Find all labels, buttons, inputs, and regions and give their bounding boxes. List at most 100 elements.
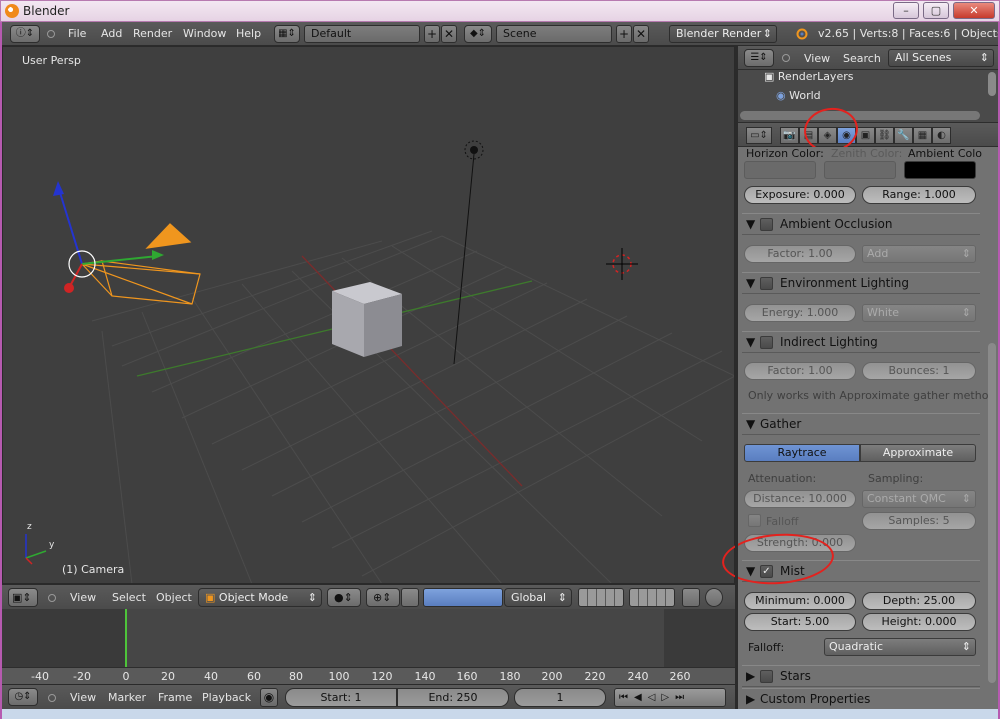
mist-height-field[interactable]: Height: 0.000 — [862, 613, 976, 631]
transform-manipulator-buttons[interactable] — [423, 588, 503, 607]
ambient-occlusion-panel-header[interactable]: ▼ Ambient Occlusion — [742, 213, 980, 235]
properties-vertical-scrollbar[interactable] — [988, 343, 996, 683]
mist-checkbox[interactable]: ✓ — [760, 565, 773, 578]
timeline-ruler[interactable]: -40 -20 0 20 40 60 80 100 120 140 160 18… — [2, 667, 735, 684]
menu-playback[interactable]: Playback — [202, 691, 251, 704]
gather-distance-field[interactable]: Distance: 10.000 — [744, 490, 856, 508]
sampling-method-dropdown[interactable]: Constant QMC ⇕ — [862, 490, 976, 508]
add-scene-icon[interactable]: + — [616, 25, 632, 43]
stars-checkbox[interactable] — [760, 670, 773, 683]
exposure-field[interactable]: Exposure: 0.000 — [744, 186, 856, 204]
menu-help[interactable]: Help — [236, 27, 261, 40]
preview-range-icon[interactable]: ◉ — [260, 688, 278, 707]
mist-depth-field[interactable]: Depth: 25.00 — [862, 592, 976, 610]
menu-view[interactable]: View — [70, 691, 96, 704]
render-engine-dropdown[interactable]: Blender Render ⇕ — [669, 25, 777, 43]
pivot-point-selector[interactable]: ⊕⇕ — [366, 588, 400, 607]
screen-layout-field[interactable]: Default — [304, 25, 420, 43]
end-frame-field[interactable]: End: 250 — [397, 688, 509, 707]
scene-icon[interactable]: ◆⇕ — [464, 25, 492, 43]
menu-view[interactable]: View — [70, 591, 96, 604]
outliner-filter-dropdown[interactable]: All Scenes ⇕ — [888, 49, 994, 67]
close-button[interactable]: ✕ — [953, 2, 995, 19]
env-energy-field[interactable]: Energy: 1.000 — [744, 304, 856, 322]
indirect-lighting-checkbox[interactable] — [760, 336, 773, 349]
render-layers-context-icon[interactable]: ▤ — [799, 127, 818, 144]
mist-falloff-dropdown[interactable]: Quadratic ⇕ — [824, 638, 976, 656]
playback-controls[interactable]: ⏮◀◁▷⏭ — [614, 688, 726, 707]
menu-select[interactable]: Select — [112, 591, 146, 604]
outliner-editor-type-selector[interactable]: ☰⇕ — [744, 49, 774, 67]
current-frame-field[interactable]: 1 — [514, 688, 606, 707]
horizon-color-swatch[interactable] — [744, 161, 816, 179]
gather-approximate-tab[interactable]: Approximate — [860, 444, 976, 462]
properties-editor-type-selector[interactable]: ▭⇕ — [746, 127, 772, 144]
object-mode-dropdown[interactable]: ▣ Object Mode ⇕ — [198, 588, 322, 607]
gather-samples-field[interactable]: Samples: 5 — [862, 512, 976, 530]
ambient-color-swatch[interactable] — [904, 161, 976, 179]
indirect-lighting-panel-header[interactable]: ▼ Indirect Lighting — [742, 331, 980, 353]
outliner-item-renderlayers[interactable]: ▣ RenderLayers — [764, 70, 853, 83]
object-context-icon[interactable]: ▣ — [856, 127, 875, 144]
menu-add[interactable]: Add — [101, 27, 122, 40]
mist-panel-header[interactable]: ▼ ✓ Mist — [742, 560, 980, 582]
texture-context-icon[interactable]: ▦ — [913, 127, 932, 144]
menu-file[interactable]: File — [68, 27, 86, 40]
menu-render[interactable]: Render — [133, 27, 172, 40]
transform-manipulator[interactable] — [53, 181, 164, 293]
ambient-occlusion-checkbox[interactable] — [760, 218, 773, 231]
collapse-menu-icon[interactable] — [47, 30, 55, 38]
collapse-menu-icon[interactable] — [782, 54, 790, 62]
scene-context-icon[interactable]: ◈ — [818, 127, 837, 144]
menu-marker[interactable]: Marker — [108, 691, 146, 704]
viewport-scene[interactable] — [2, 46, 735, 584]
remove-scene-icon[interactable]: ✕ — [633, 25, 649, 43]
environment-lighting-checkbox[interactable] — [760, 277, 773, 290]
world-context-icon[interactable]: ◉ — [837, 127, 856, 144]
menu-frame[interactable]: Frame — [158, 691, 192, 704]
gather-raytrace-tab[interactable]: Raytrace — [744, 444, 860, 462]
outliner-item-world[interactable]: ◉ World — [776, 89, 821, 102]
zenith-color-swatch[interactable] — [824, 161, 896, 179]
gather-strength-field[interactable]: Strength: 0.000 — [744, 534, 856, 552]
info-editor-type-selector[interactable]: ⓘ⇕ — [10, 25, 40, 43]
3d-cursor-icon[interactable] — [606, 248, 638, 280]
range-field[interactable]: Range: 1.000 — [862, 186, 976, 204]
mist-start-field[interactable]: Start: 5.00 — [744, 613, 856, 631]
properties-panel[interactable]: Horizon Color: Zenith Color: Ambient Col… — [738, 147, 998, 709]
menu-search[interactable]: Search — [843, 52, 881, 65]
timeline-editor-type-selector[interactable]: ◷⇕ — [8, 688, 38, 706]
collapse-menu-icon[interactable] — [48, 594, 56, 602]
transform-orientation-dropdown[interactable]: Global ⇕ — [504, 588, 572, 607]
render-context-icon[interactable]: 📷 — [780, 127, 799, 144]
layer-lock-icon[interactable] — [682, 588, 700, 607]
area-divider[interactable] — [735, 46, 738, 709]
proportional-edit-icon[interactable] — [705, 588, 723, 607]
falloff-checkbox[interactable] — [748, 514, 761, 527]
3d-viewport[interactable]: User Persp z y (1) Camera — [2, 46, 735, 584]
modifiers-context-icon[interactable]: 🔧 — [894, 127, 913, 144]
start-frame-field[interactable]: Start: 1 — [285, 688, 397, 707]
manipulator-toggle-icon[interactable] — [401, 588, 419, 607]
scene-field[interactable]: Scene — [496, 25, 612, 43]
ao-blend-dropdown[interactable]: Add ⇕ — [862, 245, 976, 263]
cube-object[interactable] — [332, 282, 402, 357]
current-frame-indicator[interactable] — [125, 609, 127, 667]
outliner-vertical-scrollbar[interactable] — [988, 72, 996, 96]
physics-context-icon[interactable]: ◐ — [932, 127, 951, 144]
outliner-horizontal-scrollbar[interactable] — [740, 111, 980, 120]
gather-panel-header[interactable]: ▼ Gather — [742, 413, 980, 435]
timeline-track[interactable] — [2, 609, 735, 667]
environment-lighting-panel-header[interactable]: ▼ Environment Lighting — [742, 272, 980, 294]
camera-object[interactable] — [81, 223, 201, 305]
viewport-editor-type-selector[interactable]: ▣⇕ — [8, 588, 38, 607]
outliner[interactable]: ▣ RenderLayers ◉ World — [738, 70, 998, 122]
timeline-editor[interactable]: -40 -20 0 20 40 60 80 100 120 140 160 18… — [2, 609, 735, 684]
menu-object[interactable]: Object — [156, 591, 192, 604]
viewport-shading-selector[interactable]: ●⇕ — [327, 588, 361, 607]
screen-layout-icon[interactable]: ▦⇕ — [274, 25, 300, 43]
add-screen-icon[interactable]: + — [424, 25, 440, 43]
menu-window[interactable]: Window — [183, 27, 226, 40]
layer-buttons-group-2[interactable] — [629, 588, 675, 607]
remove-screen-icon[interactable]: ✕ — [441, 25, 457, 43]
